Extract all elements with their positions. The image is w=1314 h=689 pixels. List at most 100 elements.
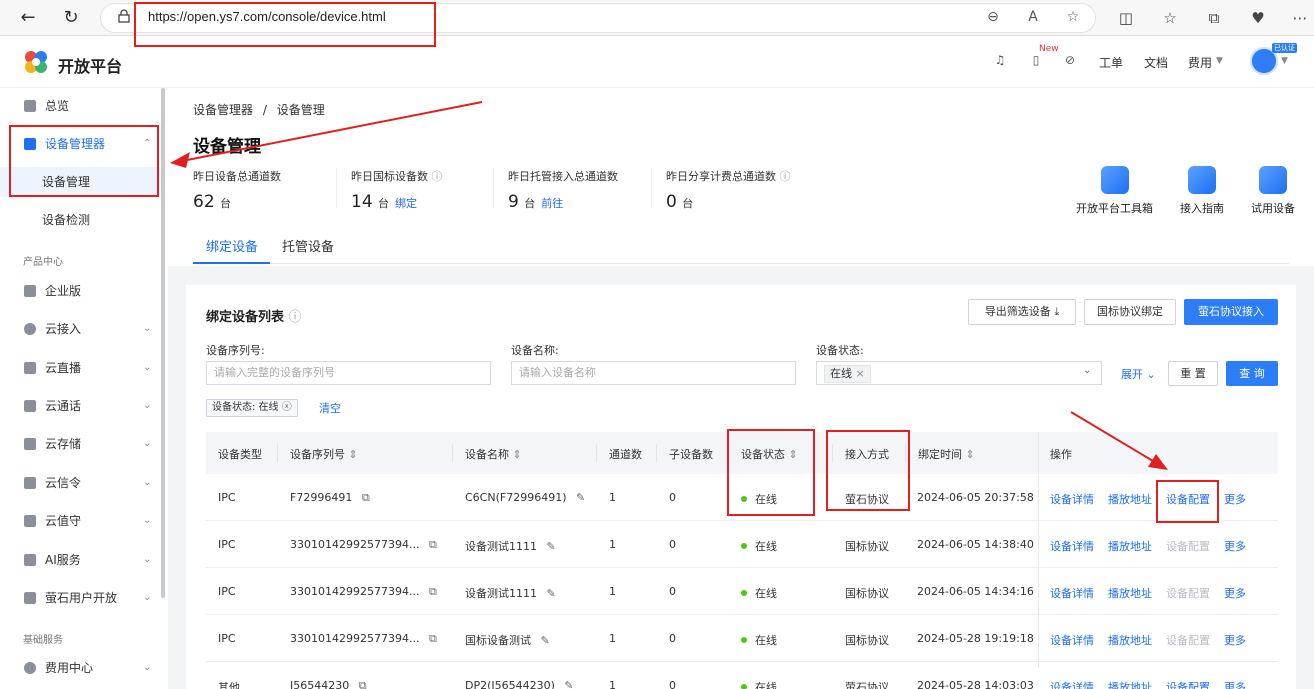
play-address-link[interactable]: 播放地址 [1108, 632, 1152, 648]
collections-icon[interactable]: ⧉ [1204, 8, 1224, 28]
copy-icon[interactable]: ⧉ [359, 679, 367, 689]
status-select-tag[interactable]: 在线 × [824, 365, 871, 383]
edit-icon[interactable]: ✎ [576, 491, 585, 504]
more-link[interactable]: 更多 [1224, 538, 1246, 554]
annotation-box-config [1156, 480, 1219, 523]
sidebar-item-label: 云通话 [45, 399, 82, 413]
sidebar-item-label: 企业版 [45, 284, 82, 298]
stat-value: 62 [193, 192, 215, 212]
copy-icon[interactable]: ⧉ [429, 632, 437, 645]
device-config-link[interactable]: 设备配置 [1166, 679, 1210, 689]
serial-input[interactable]: 请输入完整的设备序列号 [206, 361, 491, 385]
sidebar-item-cloud-signal[interactable]: 云信令 ⌄ [0, 468, 160, 498]
sidebar-item-device-check[interactable]: 设备检测 [0, 205, 160, 235]
device-detail-link[interactable]: 设备详情 [1050, 585, 1094, 601]
col-bind-time[interactable]: 绑定时间 ⇕ [918, 446, 975, 462]
sidebar-item-overview[interactable]: 总览 [0, 91, 160, 121]
reload-icon[interactable]: ↻ [59, 6, 83, 30]
device-detail-link[interactable]: 设备详情 [1050, 632, 1094, 648]
billing-menu[interactable]: 费用 [1188, 54, 1212, 71]
help-icon[interactable]: ⓘ [432, 170, 443, 183]
notes-icon[interactable]: ▯ [1028, 52, 1044, 68]
gb-bind-button[interactable]: 国标协议绑定 [1084, 299, 1176, 325]
access-guide-button[interactable]: 接入指南 [1180, 166, 1224, 216]
sidebar-item-billing-center[interactable]: 费用中心 ⌄ [0, 653, 160, 683]
export-button[interactable]: 导出筛选设备 ⤓ [968, 299, 1076, 325]
bell-icon[interactable]: ♫ [992, 52, 1008, 68]
device-detail-link[interactable]: 设备详情 [1050, 491, 1094, 507]
col-device-name[interactable]: 设备名称 ⇕ [465, 446, 522, 462]
clear-filters-link[interactable]: 清空 [319, 400, 341, 416]
query-button[interactable]: 查 询 [1226, 361, 1278, 386]
sidebar-item-cloud-guard[interactable]: 云值守 ⌄ [0, 506, 160, 536]
reset-button[interactable]: 重 置 [1168, 361, 1218, 386]
toolbox-button[interactable]: 开放平台工具箱 [1076, 166, 1153, 216]
tab-bound-devices[interactable]: 绑定设备 [206, 236, 258, 255]
edit-icon[interactable]: ✎ [541, 634, 550, 647]
trial-device-button[interactable]: 试用设备 [1251, 166, 1295, 216]
more-link[interactable]: 更多 [1224, 585, 1246, 601]
col-device-type: 设备类型 [218, 448, 262, 461]
compass-icon[interactable]: ⊘ [1062, 52, 1078, 68]
stat-value: 14 [351, 192, 373, 212]
col-serial[interactable]: 设备序列号 ⇕ [290, 446, 358, 462]
sidebar-item-user-open[interactable]: 萤石用户开放 ⌄ [0, 583, 160, 613]
tab-active-indicator [193, 262, 270, 264]
play-address-link[interactable]: 播放地址 [1108, 538, 1152, 554]
copy-icon[interactable]: ⧉ [429, 585, 437, 598]
help-icon[interactable]: ⓘ [289, 310, 302, 325]
split-screen-icon[interactable]: ◫ [1116, 8, 1136, 28]
name-text: 设备测试1111 [465, 540, 537, 553]
list-title: 绑定设备列表 ⓘ [206, 306, 302, 325]
ezviz-access-button[interactable]: 萤石协议接入 [1184, 299, 1278, 325]
help-icon[interactable]: ⓘ [780, 170, 791, 183]
col-channels: 通道数 [609, 448, 642, 461]
storage-icon [24, 438, 36, 450]
device-detail-link[interactable]: 设备详情 [1050, 538, 1094, 554]
read-aloud-icon[interactable]: A [1024, 8, 1042, 26]
goto-link[interactable]: 前往 [541, 197, 563, 210]
edit-icon[interactable]: ✎ [547, 540, 556, 553]
zoom-icon[interactable]: ⊖ [984, 8, 1002, 26]
play-address-link[interactable]: 播放地址 [1108, 585, 1152, 601]
expand-link[interactable]: 展开 ⌄ [1121, 366, 1156, 382]
breadcrumb-parent[interactable]: 设备管理器 [193, 103, 253, 117]
name-input[interactable]: 请输入设备名称 [511, 361, 796, 385]
tab-hosted-devices[interactable]: 托管设备 [282, 236, 334, 255]
ticket-link[interactable]: 工单 [1099, 54, 1123, 71]
play-address-link[interactable]: 播放地址 [1108, 679, 1152, 689]
sidebar-item-ai-service[interactable]: AI服务 ⌄ [0, 545, 160, 575]
sidebar-item-enterprise[interactable]: 企业版 [0, 276, 160, 306]
menu-icon[interactable]: ⋯ [1290, 8, 1310, 28]
edit-icon[interactable]: ✎ [564, 679, 573, 689]
edit-icon[interactable]: ✎ [547, 587, 556, 600]
more-link[interactable]: 更多 [1224, 632, 1246, 648]
copy-icon[interactable]: ⧉ [429, 538, 437, 551]
favorite-star-icon[interactable]: ☆ [1064, 8, 1082, 26]
divider [336, 168, 337, 208]
play-address-link[interactable]: 播放地址 [1108, 491, 1152, 507]
close-icon[interactable]: × [856, 367, 865, 380]
more-link[interactable]: 更多 [1224, 679, 1246, 689]
chevron-down-icon[interactable]: ▼ [1216, 56, 1223, 66]
cell-sub-devices: 0 [669, 679, 676, 689]
chevron-down-icon[interactable]: ▼ [1281, 56, 1288, 66]
bind-link[interactable]: 绑定 [395, 197, 417, 210]
sidebar-item-cloud-storage[interactable]: 云存储 ⌄ [0, 429, 160, 459]
docs-link[interactable]: 文档 [1144, 54, 1168, 71]
sidebar-item-cloud-call[interactable]: 云通话 ⌄ [0, 391, 160, 421]
sidebar-scrollbar[interactable] [161, 88, 165, 598]
copy-icon[interactable]: ⧉ [362, 491, 370, 504]
back-icon[interactable]: ← [16, 6, 40, 30]
cell-type: IPC [218, 491, 236, 504]
cell-serial: J56544230 ⧉ [290, 679, 367, 689]
chevron-down-icon[interactable]: ⌄ [1083, 365, 1091, 376]
col-time-label: 绑定时间 [918, 448, 962, 461]
extension-icon[interactable]: ♥ [1248, 8, 1268, 28]
favorites-icon[interactable]: ☆ [1160, 8, 1180, 28]
more-link[interactable]: 更多 [1224, 491, 1246, 507]
sidebar-item-cloud-live[interactable]: 云直播 ⌄ [0, 353, 160, 383]
close-circle-icon[interactable]: ⓧ [282, 402, 292, 413]
sidebar-item-cloud-access[interactable]: 云接入 ⌄ [0, 314, 160, 344]
device-detail-link[interactable]: 设备详情 [1050, 679, 1094, 689]
